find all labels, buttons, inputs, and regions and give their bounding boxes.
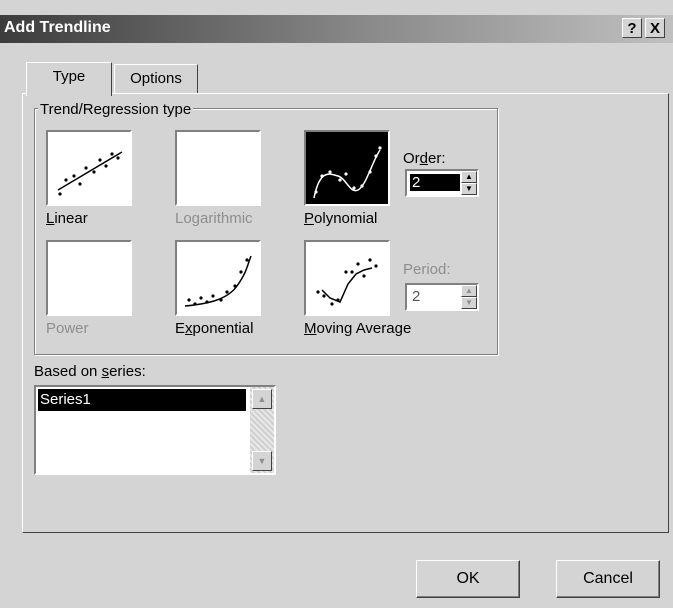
ok-button[interactable]: OK <box>416 560 520 598</box>
list-item[interactable]: Series1 <box>38 389 246 411</box>
dialog-title: Add Trendline <box>4 19 111 36</box>
order-down-arrow-icon[interactable]: ▼ <box>461 183 477 195</box>
title-bar[interactable]: Add Trendline ? X <box>0 15 673 43</box>
power-label: Power <box>46 320 89 337</box>
series-scrollbar[interactable]: ▲ ▼ <box>250 387 274 473</box>
based-on-series-label: Based on series: <box>34 363 146 380</box>
polynomial-chart-icon <box>313 146 382 199</box>
linear-chart-icon <box>57 151 123 196</box>
order-up-arrow-icon[interactable]: ▲ <box>461 171 477 183</box>
moving-average-chart-icon <box>316 258 378 306</box>
period-value: 2 <box>412 288 421 305</box>
blank-chart-icon <box>48 242 130 314</box>
close-button[interactable]: X <box>645 18 665 38</box>
blank-chart-icon <box>177 132 259 204</box>
cancel-button[interactable]: Cancel <box>556 560 660 598</box>
scroll-up-arrow-icon[interactable]: ▲ <box>252 389 272 409</box>
trend-type-power <box>46 240 132 316</box>
scroll-down-arrow-icon[interactable]: ▼ <box>252 451 272 471</box>
period-label: Period: <box>403 261 451 278</box>
help-button[interactable]: ? <box>622 18 642 38</box>
moving-average-label: Moving Average <box>304 320 412 337</box>
logarithmic-label: Logarithmic <box>175 210 253 227</box>
order-label: Order: <box>403 150 446 167</box>
trend-type-moving-average[interactable] <box>304 240 390 316</box>
exponential-label: Exponential <box>175 320 254 337</box>
order-value[interactable]: 2 <box>410 174 460 191</box>
polynomial-label: Polynomial <box>304 210 378 227</box>
trend-type-linear[interactable] <box>46 130 132 206</box>
order-spinner[interactable]: 2 ▲ ▼ <box>405 169 479 197</box>
series-listbox[interactable]: Series1 ▲ ▼ <box>34 385 276 475</box>
linear-label: Linear <box>46 210 88 227</box>
trend-type-polynomial[interactable] <box>304 130 390 206</box>
trend-type-logarithmic <box>175 130 261 206</box>
period-up-arrow-icon: ▲ <box>461 285 477 297</box>
add-trendline-dialog: Add Trendline ? X Type Options Trend/Reg… <box>0 0 673 608</box>
tab-type[interactable]: Type <box>26 62 112 96</box>
tab-options[interactable]: Options <box>114 64 198 94</box>
exponential-chart-icon <box>184 255 252 307</box>
period-down-arrow-icon: ▼ <box>461 297 477 309</box>
trend-regression-group-label: Trend/Regression type <box>38 101 194 118</box>
period-spinner: 2 ▲ ▼ <box>405 283 479 311</box>
trend-type-exponential[interactable] <box>175 240 261 316</box>
